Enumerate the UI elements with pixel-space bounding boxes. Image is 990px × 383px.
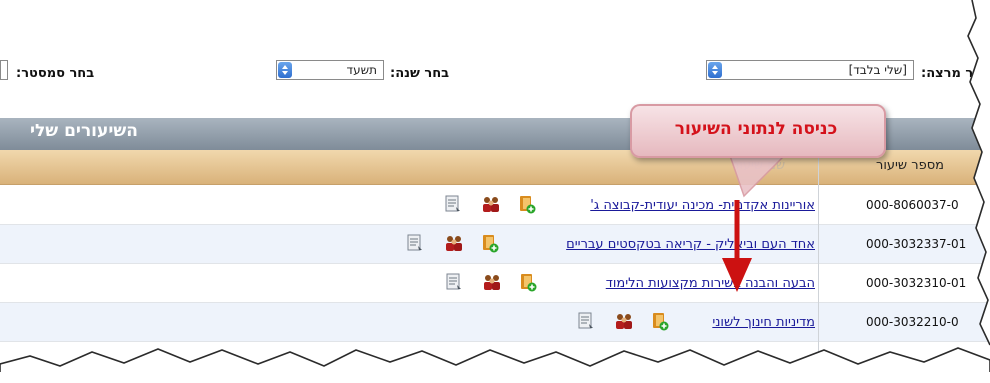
report-icon[interactable] [576,311,596,331]
lesson-link[interactable]: אוריינות אקדמית- מכינה יעודית-קבוצה ג' [590,198,815,213]
semester-label: בחר סמסטר: [16,66,95,81]
select-arrows-icon[interactable] [278,62,292,78]
students-icon[interactable] [444,233,464,253]
callout-text: כניסה לנתוני השיעור [674,119,838,139]
grid-title: השיעורים שלי [30,121,138,141]
report-icon[interactable] [444,272,464,292]
lesson-code: 000-3032310-01 [866,276,967,290]
add-folder-icon[interactable] [518,272,538,292]
add-folder-icon[interactable] [480,233,500,253]
report-icon[interactable] [443,194,463,214]
report-icon[interactable] [405,233,425,253]
lesson-code: 000-8060037-0 [866,198,959,212]
lecturer-label: בחר מרצה: [921,66,990,81]
lecturer-select-value: [שלי בלבד] [848,63,907,77]
table-row: מדיניות חינוך לשוני 000-3032210-0 [0,303,990,342]
lesson-link[interactable]: מדיניות חינוך לשוני [712,315,815,330]
lesson-code: 000-3032210-0 [866,315,959,329]
add-folder-icon[interactable] [650,311,670,331]
semester-select[interactable] [0,60,8,80]
column-header-name[interactable]: שם שיעור [732,158,785,173]
students-icon[interactable] [614,311,634,331]
column-header-code[interactable]: מספר שיעור [876,158,944,173]
lecturer-select[interactable]: [שלי בלבד] [706,60,914,80]
year-label: בחר שנה: [390,66,450,81]
lesson-code: 000-3032337-01 [866,237,967,251]
year-select-value: תשעד [346,63,377,77]
students-icon[interactable] [482,272,502,292]
year-select[interactable]: תשעד [276,60,384,80]
lesson-link[interactable]: אחד העם וביאליק - קריאה בטקסטים עבריים [566,237,815,252]
table-row: אחד העם וביאליק - קריאה בטקסטים עבריים 0… [0,225,990,264]
table-row: אוריינות אקדמית- מכינה יעודית-קבוצה ג' 0… [0,186,990,225]
select-arrows-icon[interactable] [708,62,722,78]
table-row: הבעה והבנה בשירות מקצועות הלימוד 000-303… [0,264,990,303]
lesson-link[interactable]: הבעה והבנה בשירות מקצועות הלימוד [606,276,815,291]
page: בחר סמסטר: תשעד בחר שנה: [שלי בלבד] בחר … [0,0,990,383]
add-folder-icon[interactable] [517,194,537,214]
students-icon[interactable] [481,194,501,214]
column-divider [818,150,819,383]
